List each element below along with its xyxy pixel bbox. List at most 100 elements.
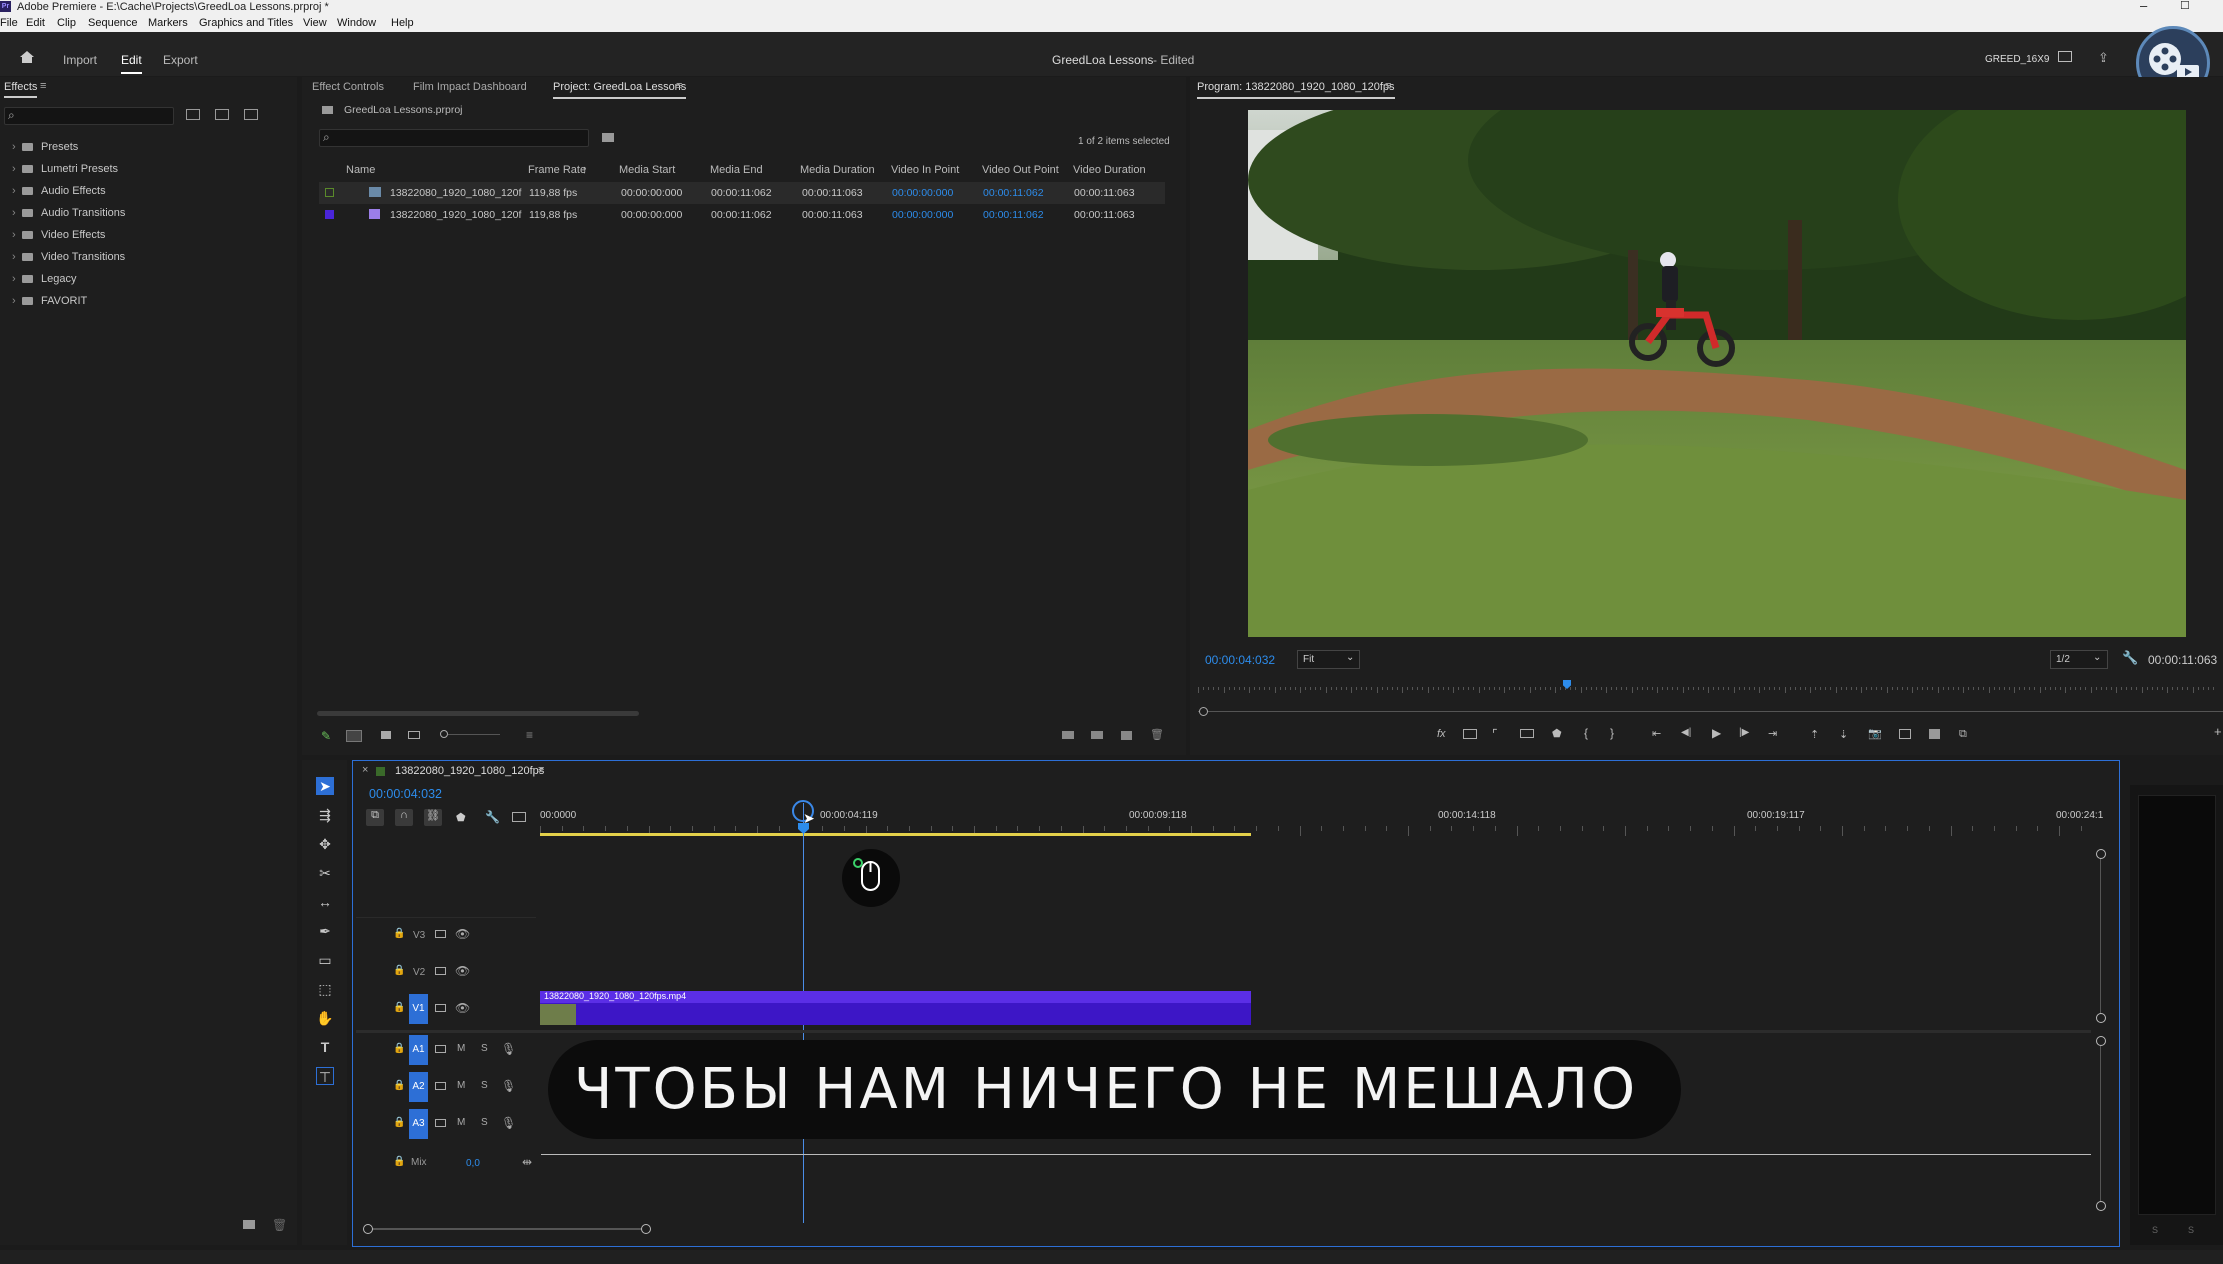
automate-to-sequence-icon[interactable] xyxy=(1062,731,1074,739)
effects-folder-favorit[interactable]: › FAVORIT xyxy=(12,295,87,307)
track-v1-label[interactable]: V1 xyxy=(409,994,428,1024)
step-forward-icon[interactable]: |▶ xyxy=(1739,727,1749,738)
effects-folder-presets[interactable]: › Presets xyxy=(12,141,78,153)
tab-import[interactable]: Import xyxy=(63,53,97,67)
label-color-swatch[interactable] xyxy=(325,210,334,219)
tab-edit[interactable]: Edit xyxy=(121,53,142,74)
lock-icon[interactable]: 🔒 xyxy=(393,928,405,939)
scroll-handle-left[interactable] xyxy=(363,1224,373,1234)
menu-help[interactable]: Help xyxy=(391,17,414,29)
slip-tool-icon[interactable]: ↔ xyxy=(316,893,334,911)
mix-level-line[interactable] xyxy=(541,1154,2091,1155)
type-tool-icon[interactable]: T xyxy=(316,1038,334,1056)
col-name[interactable]: Name xyxy=(346,164,375,176)
ripple-edit-icon[interactable]: ✥ xyxy=(316,835,334,853)
mute-button[interactable]: M xyxy=(457,1043,465,1054)
menu-edit[interactable]: Edit xyxy=(26,17,45,29)
row-out-point[interactable]: 00:00:11:062 xyxy=(983,209,1044,221)
row-in-point[interactable]: 00:00:00:000 xyxy=(892,187,953,199)
lock-icon[interactable]: 🔒 xyxy=(393,1043,405,1054)
resolution-select[interactable]: 1/2 ⌄ xyxy=(2050,650,2108,669)
mix-toggle-icon[interactable]: ⇹ xyxy=(522,1155,532,1169)
lock-icon[interactable]: 🔒 xyxy=(393,1156,405,1167)
effects-folder-audio-effects[interactable]: › Audio Effects xyxy=(12,185,106,197)
track-v2-label[interactable]: V2 xyxy=(413,967,425,978)
maximize-icon[interactable]: ☐ xyxy=(2180,0,2190,12)
timeline-settings-icon[interactable]: 🔧 xyxy=(485,810,500,824)
freeform-view-icon[interactable] xyxy=(408,731,420,739)
program-time-ruler[interactable] xyxy=(1198,683,2223,693)
sort-icons-icon[interactable]: ≡ xyxy=(526,728,533,742)
rectangle-tool-icon[interactable]: ▭ xyxy=(316,951,334,969)
project-search-input[interactable]: ⌕ xyxy=(319,129,589,147)
effects-folder-video-effects[interactable]: › Video Effects xyxy=(12,229,105,241)
effects-tab[interactable]: Effects xyxy=(4,81,38,98)
timeline-timecode[interactable]: 00:00:04:032 xyxy=(369,787,442,801)
yuv-effects-icon[interactable] xyxy=(244,109,258,120)
extract-icon[interactable]: ⇣ xyxy=(1839,728,1848,741)
project-scrollbar[interactable] xyxy=(317,711,639,716)
lock-icon[interactable]: 🔒 xyxy=(393,1080,405,1091)
eye-icon[interactable]: 👁 xyxy=(455,1001,470,1015)
microphone-icon[interactable]: 🎙 xyxy=(501,1042,516,1056)
accelerated-effects-icon[interactable] xyxy=(186,109,200,120)
program-monitor-title[interactable]: Program: 13822080_1920_1080_120fps xyxy=(1197,81,1395,99)
zoom-slider-track[interactable] xyxy=(448,734,500,735)
go-to-in-icon[interactable]: ⇤ xyxy=(1652,727,1661,740)
button-editor-icon[interactable]: + xyxy=(2214,724,2222,739)
microphone-icon[interactable]: 🎙 xyxy=(501,1079,516,1093)
track-select-icon[interactable]: ⇶ xyxy=(316,806,334,824)
scroll-handle-right[interactable] xyxy=(641,1224,651,1234)
menu-view[interactable]: View xyxy=(303,17,327,29)
panel-layout-icon[interactable] xyxy=(2058,51,2072,62)
zoom-handle[interactable] xyxy=(1199,707,1208,716)
menu-clip[interactable]: Clip xyxy=(57,17,76,29)
col-media-start[interactable]: Media Start xyxy=(619,164,675,176)
menu-markers[interactable]: Markers xyxy=(148,17,188,29)
eye-icon[interactable]: 👁 xyxy=(455,927,470,941)
share-icon[interactable]: ⇪ xyxy=(2098,50,2109,66)
panel-menu-icon[interactable]: ≡ xyxy=(40,80,46,92)
compare-view-icon[interactable] xyxy=(1520,729,1534,738)
lock-icon[interactable]: 🔒 xyxy=(393,1002,405,1013)
tab-export[interactable]: Export xyxy=(163,53,198,67)
lock-icon[interactable]: 🔒 xyxy=(393,965,405,976)
row-out-point[interactable]: 00:00:11:062 xyxy=(983,187,1044,199)
tab-project[interactable]: Project: GreedLoa Lessons xyxy=(553,81,687,99)
settings-wrench-icon[interactable]: 🔧 xyxy=(2122,650,2138,666)
timeline-h-scrollbar[interactable] xyxy=(367,1228,647,1230)
sync-lock-icon[interactable] xyxy=(435,1045,446,1053)
menu-file[interactable]: File xyxy=(0,17,18,29)
insert-nest-icon[interactable]: ⧉ xyxy=(366,809,384,826)
mute-button[interactable]: M xyxy=(457,1117,465,1128)
pen-tool-icon[interactable]: ✒ xyxy=(316,922,334,940)
captions-icon[interactable] xyxy=(512,812,526,822)
home-icon[interactable] xyxy=(19,50,35,64)
mix-value[interactable]: 0,0 xyxy=(466,1158,480,1169)
meter-solo-button[interactable]: S xyxy=(2152,1225,2158,1235)
list-view-icon[interactable] xyxy=(346,730,362,742)
scroll-handle-top[interactable] xyxy=(2096,1036,2106,1046)
new-bin-icon[interactable] xyxy=(243,1220,255,1229)
delete-icon[interactable]: 🗑 xyxy=(272,1218,287,1232)
meter-solo-button[interactable]: S xyxy=(2188,1225,2194,1235)
microphone-icon[interactable]: 🎙 xyxy=(501,1116,516,1130)
vr-video-icon[interactable]: ⧉ xyxy=(1959,728,1967,741)
menu-graphics[interactable]: Graphics and Titles xyxy=(199,17,293,29)
sort-ascending-icon[interactable]: ↑ xyxy=(582,164,588,176)
program-video-frame[interactable] xyxy=(1248,110,2186,637)
add-marker-icon[interactable]: ⬟ xyxy=(1552,727,1562,740)
razor-tool-icon[interactable]: ✂ xyxy=(316,864,334,882)
sync-lock-icon[interactable] xyxy=(435,967,446,975)
find-bin-icon[interactable] xyxy=(602,133,614,142)
new-bin-icon[interactable] xyxy=(1091,731,1103,739)
track-a2-label[interactable]: A2 xyxy=(409,1072,428,1102)
col-frame-rate[interactable]: Frame Rate xyxy=(528,164,586,176)
comparison-icon[interactable] xyxy=(1899,729,1911,739)
sync-lock-icon[interactable] xyxy=(435,1119,446,1127)
hand-tool-icon[interactable]: ✋ xyxy=(316,1009,334,1027)
safe-margins-icon[interactable] xyxy=(1463,729,1477,739)
panel-menu-icon[interactable]: ≡ xyxy=(676,80,682,92)
program-timecode[interactable]: 00:00:04:032 xyxy=(1205,653,1275,667)
col-video-in[interactable]: Video In Point xyxy=(891,164,959,176)
